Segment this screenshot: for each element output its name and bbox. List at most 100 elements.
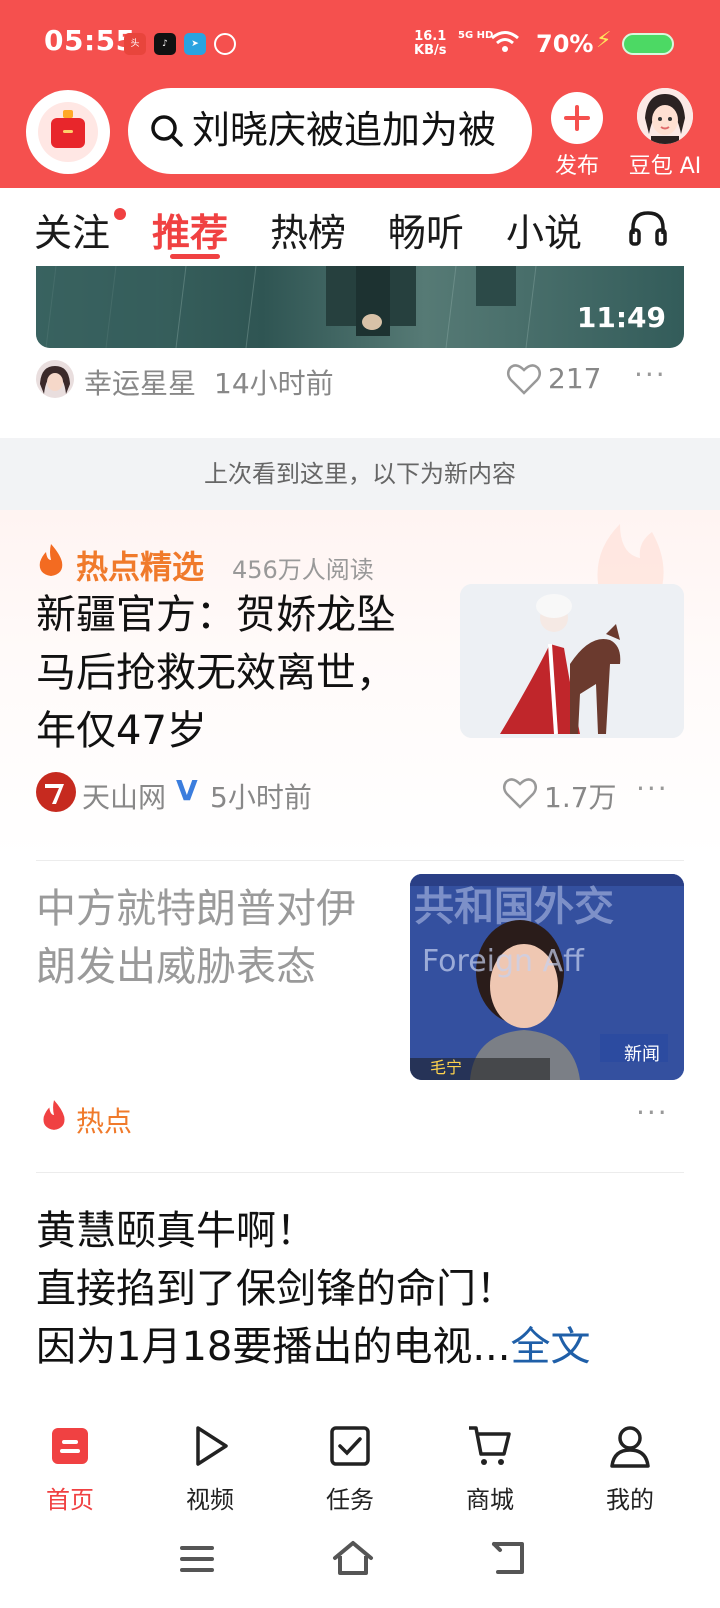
flame-icon bbox=[39, 544, 63, 576]
app-logo[interactable] bbox=[26, 90, 110, 174]
post-time: 5小时前 bbox=[210, 781, 312, 814]
tab-hot-list[interactable]: 热榜 bbox=[270, 202, 346, 257]
verified-badge-icon: V bbox=[176, 774, 198, 807]
flame-icon bbox=[43, 1100, 65, 1130]
post-line: 因为1月18要播出的电视...全文 bbox=[36, 1318, 591, 1376]
telegram-notification-icon: ➤ bbox=[184, 33, 206, 55]
network-speed: 16.1 KB/s bbox=[414, 30, 446, 58]
more-options-icon[interactable]: ··· bbox=[634, 358, 667, 391]
hot-pick-meta: 天山网 V 5小时前 1.7万 ··· bbox=[36, 770, 684, 814]
feed-divider bbox=[36, 860, 684, 861]
hot-pick-thumbnail[interactable] bbox=[460, 584, 684, 738]
nav-home-label: 首页 bbox=[46, 1486, 94, 1514]
home-icon bbox=[52, 1428, 88, 1464]
app-header: 05:55 头 ♪ ➤ 16.1 KB/s 5G HD 70% ⚡ 刘晓庆被追加… bbox=[0, 0, 720, 188]
like-icon[interactable] bbox=[506, 362, 542, 396]
play-icon bbox=[196, 1426, 228, 1466]
bg-wall-text: Foreign Aff bbox=[422, 944, 584, 979]
search-bar[interactable]: 刘晓庆被追加为被 bbox=[128, 88, 532, 174]
flame-watermark-icon bbox=[597, 524, 664, 594]
tab-recommend[interactable]: 推荐 bbox=[152, 202, 228, 257]
network-speed-value: 16.1 bbox=[414, 29, 447, 44]
channel-tabs: 关注 推荐 热榜 畅听 小说 bbox=[0, 188, 720, 266]
rider-on-horse-image bbox=[460, 584, 684, 738]
nav-video-label: 视频 bbox=[186, 1486, 234, 1514]
tab-follow[interactable]: 关注 bbox=[34, 202, 110, 257]
search-suggestion: 刘晓庆被追加为被 bbox=[192, 108, 497, 152]
network-speed-unit: KB/s bbox=[414, 43, 447, 58]
nav-tasks-label: 任务 bbox=[326, 1486, 374, 1514]
nav-home[interactable]: 首页 bbox=[20, 1422, 120, 1515]
person-icon bbox=[610, 1426, 650, 1468]
tianshan-logo[interactable] bbox=[36, 772, 76, 812]
hot-pick-label: 热点精选 bbox=[76, 548, 205, 586]
nav-tasks[interactable]: 任务 bbox=[300, 1422, 400, 1515]
follow-notification-dot bbox=[114, 208, 126, 220]
headline-line: 年仅47岁 bbox=[36, 708, 207, 754]
status-time: 05:55 bbox=[44, 24, 136, 57]
like-icon[interactable] bbox=[502, 776, 538, 810]
doubao-label: 豆包 AI bbox=[628, 154, 702, 179]
tab-novel[interactable]: 小说 bbox=[506, 202, 582, 257]
more-options-icon[interactable]: ··· bbox=[636, 772, 669, 805]
headline-line: 中方就特朗普对伊 bbox=[36, 886, 356, 932]
feed-divider bbox=[36, 1172, 684, 1173]
signal-icon: 5G HD bbox=[458, 30, 494, 41]
status-bar: 05:55 头 ♪ ➤ 16.1 KB/s 5G HD 70% ⚡ bbox=[0, 0, 720, 86]
last-read-divider[interactable]: 上次看到这里，以下为新内容 bbox=[0, 438, 720, 510]
hot-tag: 热点 bbox=[76, 1105, 133, 1138]
bottom-navigation: 首页 视频 任务 商城 我的 bbox=[0, 1412, 720, 1522]
news-logo: 新闻 bbox=[624, 1044, 660, 1065]
toutiao-notification-icon: 头 bbox=[124, 33, 146, 55]
author-name[interactable]: 幸运星星 bbox=[84, 362, 196, 402]
nav-mall-label: 商城 bbox=[466, 1486, 514, 1514]
news-thumbnail[interactable]: 共和国外交 Foreign Aff 毛宁 新闻 bbox=[410, 874, 684, 1080]
like-count: 217 bbox=[548, 362, 602, 395]
news-meta: 热点 ··· bbox=[36, 1094, 684, 1138]
nav-mall[interactable]: 商城 bbox=[440, 1422, 540, 1515]
headline-line: 朗发出威胁表态 bbox=[36, 944, 316, 990]
author-avatar[interactable] bbox=[36, 360, 74, 398]
tiktok-notification-icon: ♪ bbox=[154, 33, 176, 55]
battery-percent: 70% bbox=[536, 30, 594, 58]
post-line: 黄慧颐真牛啊！ bbox=[36, 1208, 316, 1254]
red-packet-icon bbox=[38, 102, 98, 162]
post-line-text: 因为1月18要播出的电视... bbox=[36, 1324, 511, 1370]
hot-pick-headline[interactable]: 新疆官方：贺娇龙坠 马后抢救无效离世， 年仅47岁 bbox=[36, 586, 396, 760]
publish-label: 发布 bbox=[554, 154, 599, 179]
read-count: 456万人阅读 bbox=[232, 556, 374, 584]
system-navigation-bar bbox=[0, 1522, 720, 1608]
like-count: 1.7万 bbox=[544, 781, 617, 814]
publish-button[interactable]: 发布 bbox=[546, 88, 608, 180]
battery-icon bbox=[622, 33, 674, 55]
nav-video[interactable]: 视频 bbox=[160, 1422, 260, 1515]
post-text[interactable]: 黄慧颐真牛啊！ 直接掐到了保剑锋的命门！ 因为1月18要播出的电视...全文 bbox=[36, 1202, 591, 1376]
headphones-icon[interactable] bbox=[628, 208, 668, 248]
video-duration: 11:49 bbox=[576, 301, 666, 334]
source-name[interactable]: 天山网 bbox=[82, 776, 166, 816]
menu-icon[interactable] bbox=[180, 1544, 214, 1574]
home-button-icon[interactable] bbox=[332, 1540, 374, 1576]
back-icon[interactable] bbox=[490, 1540, 526, 1576]
cart-icon bbox=[469, 1426, 511, 1465]
plus-icon bbox=[551, 92, 603, 144]
headline-line: 马后抢救无效离世， bbox=[36, 650, 396, 696]
active-tab-indicator bbox=[170, 254, 220, 259]
speaker-caption: 毛宁 bbox=[430, 1058, 463, 1077]
full-text-link[interactable]: 全文 bbox=[511, 1324, 591, 1370]
app-notification-icon bbox=[214, 33, 236, 55]
post-time: 14小时前 bbox=[214, 367, 334, 400]
more-options-icon[interactable]: ··· bbox=[636, 1096, 669, 1129]
post-line: 直接掐到了保剑锋的命门！ bbox=[36, 1266, 516, 1312]
task-checkbox-icon bbox=[330, 1426, 370, 1466]
doubao-ai-button[interactable]: 豆包 AI bbox=[622, 88, 708, 180]
wifi-icon bbox=[491, 31, 519, 52]
search-icon bbox=[151, 115, 183, 147]
headline-line: 新疆官方：贺娇龙坠 bbox=[36, 592, 396, 638]
nav-profile-label: 我的 bbox=[606, 1486, 654, 1514]
doubao-avatar-icon bbox=[637, 88, 693, 144]
video-thumbnail[interactable]: 11:49 bbox=[36, 266, 684, 348]
tab-listen[interactable]: 畅听 bbox=[388, 202, 464, 257]
news-headline[interactable]: 中方就特朗普对伊 朗发出威胁表态 bbox=[36, 880, 356, 996]
nav-profile[interactable]: 我的 bbox=[580, 1422, 680, 1515]
